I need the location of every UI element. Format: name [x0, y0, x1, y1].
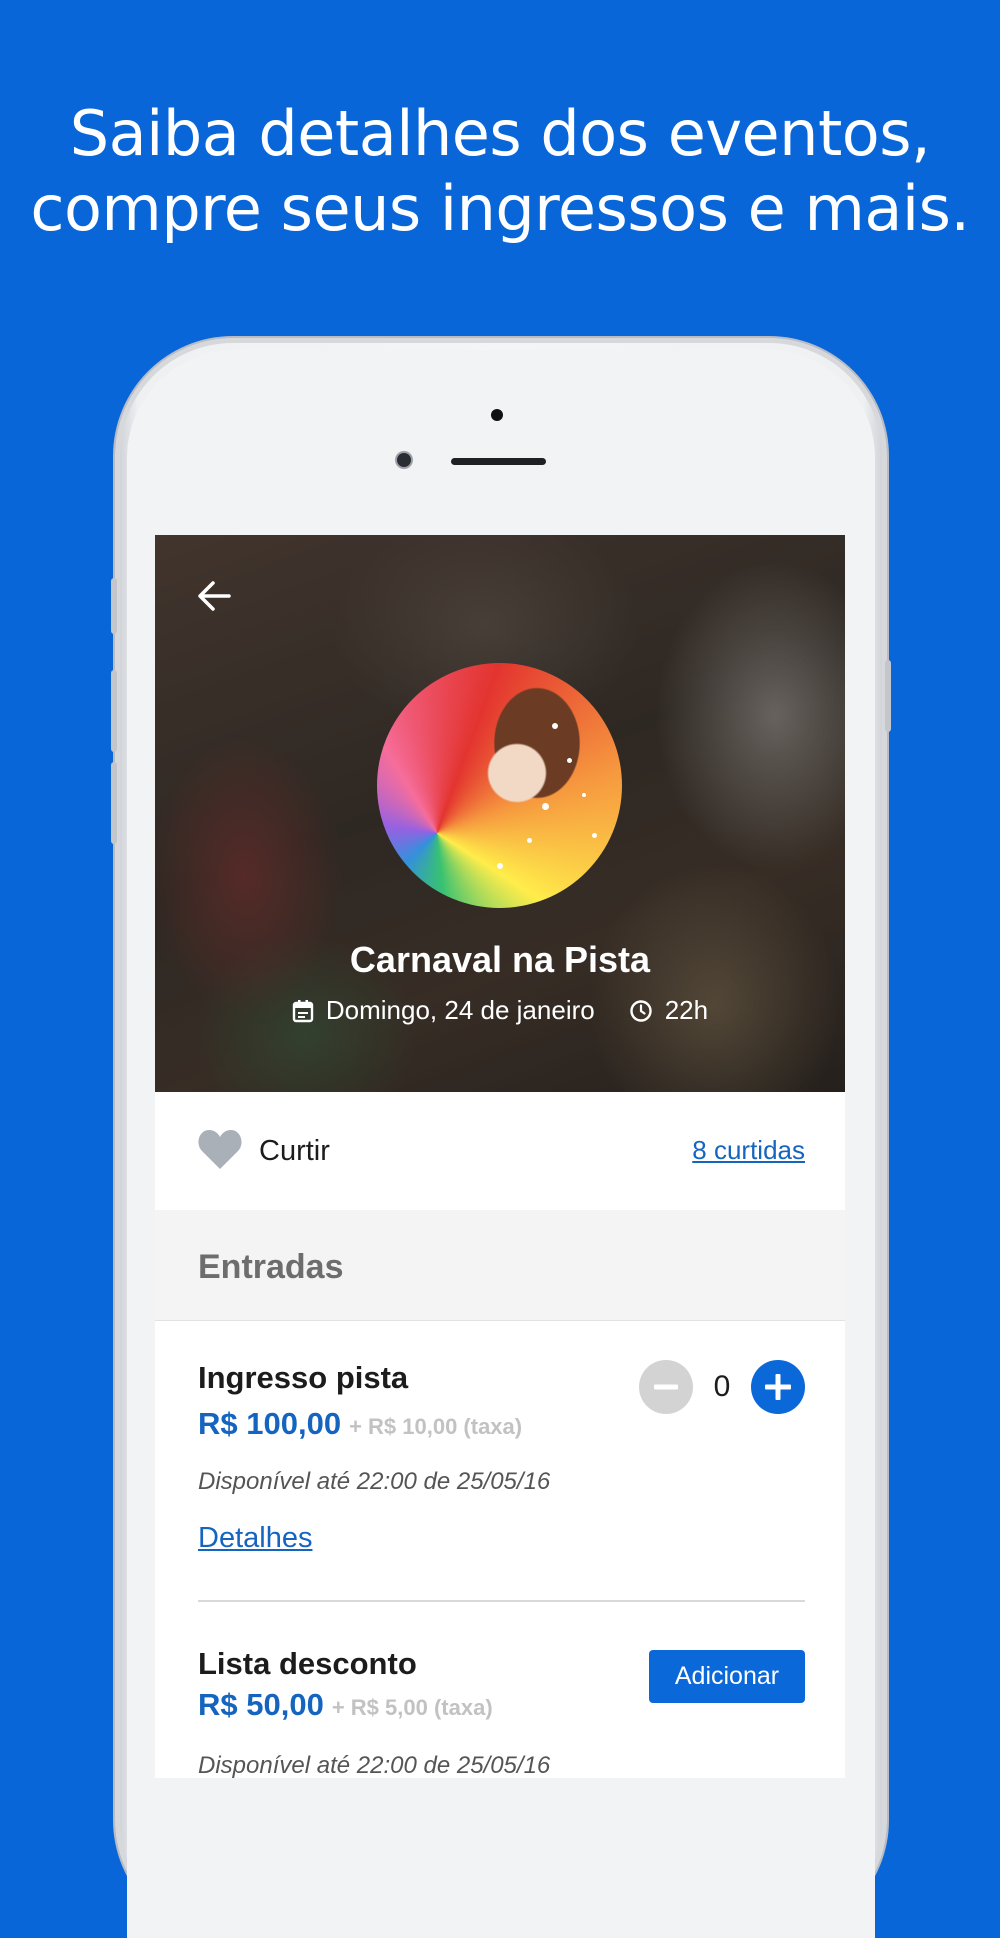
add-ticket-button[interactable]: Adicionar	[649, 1650, 805, 1703]
phone-power-button	[885, 660, 891, 732]
details-link[interactable]: Detalhes	[198, 1522, 312, 1555]
phone-speaker	[451, 458, 546, 465]
ticket-availability: Disponível até 22:00 de 25/05/16	[198, 1468, 551, 1495]
promo-headline: Saiba detalhes dos eventos, compre seus …	[0, 96, 1000, 246]
minus-icon	[654, 1384, 678, 1390]
increase-button[interactable]	[751, 1360, 805, 1414]
quantity-value: 0	[713, 1370, 731, 1403]
likes-count-link[interactable]: 8 curtidas	[692, 1135, 805, 1166]
event-meta: Domingo, 24 de janeiro 22h	[155, 995, 845, 1026]
ticket-fee: + R$ 10,00 (taxa)	[349, 1414, 523, 1439]
decrease-button[interactable]	[639, 1360, 693, 1414]
event-hero: Carnaval na Pista Domingo, 24 de janeiro…	[155, 535, 845, 1092]
event-date: Domingo, 24 de janeiro	[325, 995, 595, 1025]
like-button[interactable]: Curtir	[259, 1135, 330, 1168]
calendar-icon	[292, 999, 314, 1022]
phone-sensor	[491, 409, 503, 421]
phone-mute-switch	[111, 578, 117, 634]
ticket-name: Lista desconto	[198, 1646, 417, 1681]
heart-icon[interactable]	[197, 1128, 243, 1170]
ticket-price-row: R$ 100,00 + R$ 10,00 (taxa)	[198, 1406, 522, 1442]
ticket-availability: Disponível até 22:00 de 25/05/16	[198, 1752, 551, 1778]
event-title: Carnaval na Pista	[349, 939, 651, 980]
back-arrow-icon[interactable]	[193, 575, 235, 617]
ticket-item: Lista desconto R$ 50,00 + R$ 5,00 (taxa) …	[198, 1646, 805, 1778]
tickets-section-header: Entradas	[155, 1210, 845, 1321]
quantity-stepper: 0	[639, 1360, 805, 1414]
ticket-fee: + R$ 5,00 (taxa)	[331, 1695, 493, 1720]
headline-line-1: Saiba detalhes dos eventos,	[69, 97, 931, 170]
ticket-price-row: R$ 50,00 + R$ 5,00 (taxa)	[198, 1687, 493, 1723]
headline-line-2: compre seus ingressos e mais.	[30, 172, 970, 245]
ticket-item: Ingresso pista R$ 100,00 + R$ 10,00 (taxa…	[198, 1360, 805, 1570]
like-row: Curtir 8 curtidas	[155, 1092, 845, 1211]
phone-volume-down	[111, 762, 117, 844]
phone-volume-up	[111, 670, 117, 752]
clock-icon	[630, 999, 652, 1022]
app-screen: Carnaval na Pista Domingo, 24 de janeiro…	[155, 535, 845, 1778]
event-time: 22h	[664, 995, 709, 1025]
ticket-price: R$ 50,00	[198, 1687, 324, 1722]
ticket-price: R$ 100,00	[198, 1406, 342, 1441]
ticket-name: Ingresso pista	[198, 1360, 409, 1395]
section-title: Entradas	[198, 1248, 344, 1286]
plus-icon	[765, 1374, 791, 1400]
phone-front-camera	[397, 453, 411, 467]
event-photo	[377, 663, 622, 908]
ticket-divider	[198, 1600, 805, 1602]
